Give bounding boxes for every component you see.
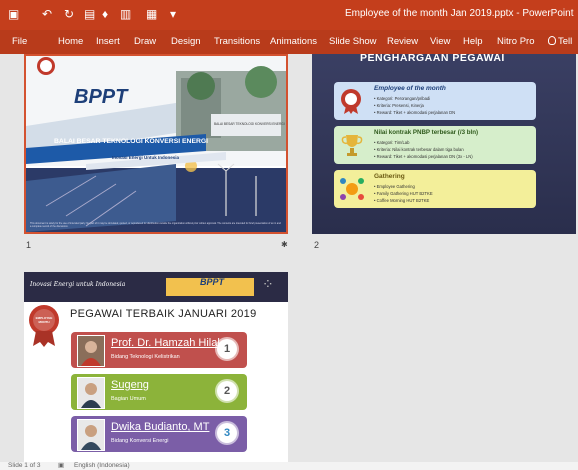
building-sign: BALAI BESAR TEKNOLOGI KONVERSI ENERGI <box>214 122 285 126</box>
card-2-bullet-1: • Kategori: Tim/Lab <box>374 140 410 145</box>
network-dots-icon: ⁘ <box>262 276 274 292</box>
ribbon-tabs: File Home Insert Draw Design Transitions… <box>0 30 578 54</box>
slide-3-heading: PEGAWAI TERBAIK JANUARI 2019 <box>70 308 257 320</box>
slide-1-footer: This document is solely for the use of i… <box>30 222 281 228</box>
card-1-bullet-1: • Kategori: Perorangan/pribadi <box>374 96 431 101</box>
slide-info: Slide 1 of 3 <box>8 462 41 469</box>
card-3-bullet-2: • Family Gathering HUT B2TKE <box>374 191 433 196</box>
award-card-gathering: Gathering • Employee Gathering • Family … <box>334 170 536 208</box>
winner-photo-3 <box>77 419 105 451</box>
award-card-employee: Employee of the month • Kategori: Perora… <box>334 82 536 120</box>
slide-number-1: 1 <box>26 240 32 250</box>
slide-3-header: Inovasi Energi untuk Indonesia BPPT ⁘ <box>24 272 288 302</box>
rank-badge-2: 2 <box>217 381 237 401</box>
people-network-icon <box>340 178 364 200</box>
customize-toolbar-icon[interactable]: ▾ <box>170 7 176 21</box>
slide-3-tagline: Inovasi Energi untuk Indonesia <box>30 281 126 288</box>
language-status[interactable]: English (Indonesia) <box>74 462 130 470</box>
slide-thumbnail-1[interactable]: BPPT BALAI BESAR TEKNOLOGI KONVERSI ENER… <box>24 54 288 234</box>
winner-unit-2: Bagian Umum <box>111 396 146 402</box>
tab-slide-show[interactable]: Slide Show <box>329 36 377 47</box>
card-2-bullet-3: • Reward: Tiket + akomodasi perjalanan D… <box>374 154 473 159</box>
winner-name-1: Prof. Dr. Hamzah Hilal <box>111 337 220 349</box>
proofing-icon[interactable]: ▣ <box>58 462 64 470</box>
winner-card-2: Sugeng Bagian Umum 2 <box>71 374 247 410</box>
tell-me-search[interactable]: Tell <box>548 36 572 47</box>
trophy-icon <box>341 135 363 156</box>
transition-star-icon: ✱ <box>281 240 288 249</box>
tab-view[interactable]: View <box>430 36 450 47</box>
tab-insert[interactable]: Insert <box>96 36 120 47</box>
tab-review[interactable]: Review <box>387 36 418 47</box>
slide-number-2: 2 <box>314 240 320 250</box>
card-2-bullet-2: • Kriteria: Nilai kontrak terbesar dalam… <box>374 147 464 152</box>
employee-medal-icon <box>29 305 59 347</box>
card-1-bullet-2: • Kriteria: Presensi, Kinerja <box>374 103 424 108</box>
rank-badge-1: 1 <box>217 339 237 359</box>
bppt-logo: BPPT <box>74 86 128 108</box>
format-icon[interactable]: ▦ <box>146 7 157 21</box>
card-3-bullet-1: • Employee Gathering <box>374 184 415 189</box>
award-card-contract: Nilai kontrak PNBP terbesar (/3 bln) • K… <box>334 126 536 164</box>
winner-name-3: Dwika Budianto, MT <box>111 421 210 433</box>
tab-animations[interactable]: Animations <box>270 36 317 47</box>
winner-unit-3: Bidang Konversi Energi <box>111 438 169 444</box>
save-icon[interactable]: ▣ <box>8 7 19 21</box>
slide-sorter[interactable]: BPPT BALAI BESAR TEKNOLOGI KONVERSI ENER… <box>0 54 578 462</box>
window-title: Employee of the month Jan 2019.pptx - Po… <box>345 8 574 19</box>
tab-draw[interactable]: Draw <box>134 36 156 47</box>
slide-2-heading: PENGHARGAAN PEGAWAI <box>360 54 505 64</box>
card-1-bullet-3: • Reward: Tiket + akomodasi perjalanan D… <box>374 110 456 115</box>
card-3-title: Gathering <box>374 173 405 180</box>
card-3-bullet-3: • Coffee Morning HUT B2TKE <box>374 198 430 203</box>
medal-icon <box>341 89 361 114</box>
winner-card-1: Prof. Dr. Hamzah Hilal Bidang Teknologi … <box>71 332 247 368</box>
tab-transitions[interactable]: Transitions <box>214 36 260 47</box>
touch-mode-icon[interactable]: ♦ <box>102 7 108 21</box>
slide-thumbnail-2[interactable]: PENGHARGAAN PEGAWAI Employee of the mont… <box>312 54 576 234</box>
title-bar: ▣ ↶ ↻ ▤ ♦ ▥ ▦ ▾ Employee of the month Ja… <box>0 0 578 30</box>
tab-nitro-pro[interactable]: Nitro Pro <box>497 36 534 47</box>
winner-photo-2 <box>77 377 105 409</box>
card-2-title: Nilai kontrak PNBP terbesar (/3 bln) <box>374 129 479 136</box>
layout-icon[interactable]: ▥ <box>120 7 131 21</box>
winner-name-2: Sugeng <box>111 379 149 391</box>
slide-thumbnail-3[interactable]: Inovasi Energi untuk Indonesia BPPT ⁘ EM… <box>24 272 288 462</box>
undo-icon[interactable]: ↶ <box>42 7 52 21</box>
tab-file[interactable]: File <box>12 36 27 47</box>
winner-card-3: Dwika Budianto, MT Bidang Konversi Energ… <box>71 416 247 452</box>
winner-photo-1 <box>77 335 105 367</box>
rank-badge-3: 3 <box>217 423 237 443</box>
redo-icon[interactable]: ↻ <box>64 7 74 21</box>
status-bar: Slide 1 of 3 ▣ English (Indonesia) <box>0 462 578 470</box>
medal-text: EMPLOYEE MONTH <box>35 316 53 324</box>
slide-1-tagline: Inovasi Energi Untuk Indonesia <box>112 155 180 160</box>
slide-3-bppt-logo: BPPT <box>200 277 225 287</box>
card-1-title: Employee of the month <box>374 85 446 92</box>
slide-1-title: BALAI BESAR TEKNOLOGI KONVERSI ENERGI <box>54 138 209 145</box>
tab-home[interactable]: Home <box>58 36 83 47</box>
lightbulb-icon <box>548 36 556 45</box>
winner-unit-1: Bidang Teknologi Kelistrikan <box>111 354 180 360</box>
tab-design[interactable]: Design <box>171 36 201 47</box>
present-icon[interactable]: ▤ <box>84 7 95 21</box>
tab-help[interactable]: Help <box>463 36 483 47</box>
